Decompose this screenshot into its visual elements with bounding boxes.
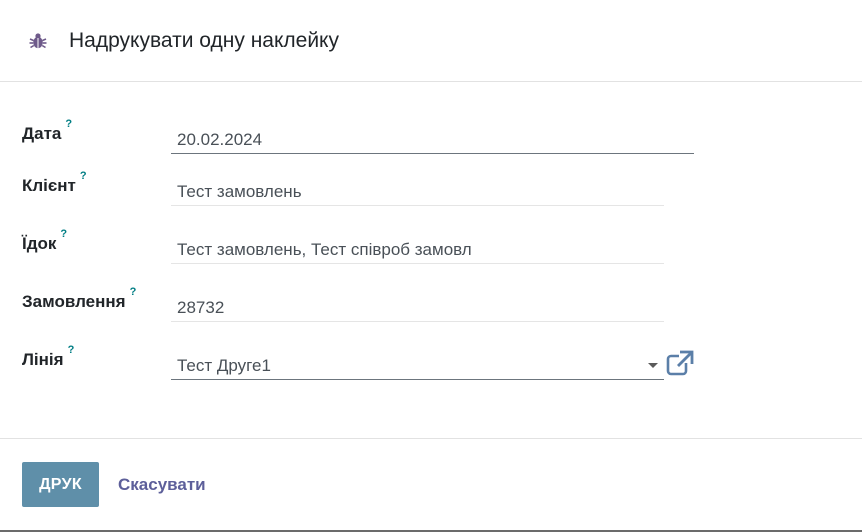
client-help-icon[interactable]: ? [80, 170, 87, 182]
dialog-title: Надрукувати одну наклейку [69, 29, 339, 52]
date-field[interactable]: 20.02.2024 [171, 124, 694, 154]
line-label: Лінія? [22, 344, 74, 370]
external-link-icon[interactable] [666, 350, 694, 376]
line-label-text: Лінія [22, 350, 64, 369]
client-label-text: Клієнт [22, 176, 76, 195]
caret-down-icon[interactable] [648, 363, 658, 368]
date-help-icon[interactable]: ? [65, 118, 72, 130]
order-label: Замовлення? [22, 286, 136, 312]
client-label: Клієнт? [22, 170, 87, 196]
client-value: Тест замовлень [177, 182, 302, 201]
order-help-icon[interactable]: ? [130, 286, 137, 298]
line-value: Тест Друге1 [177, 356, 271, 375]
order-label-text: Замовлення [22, 292, 126, 311]
eater-field: Тест замовлень, Тест співроб замовл [171, 234, 664, 264]
cancel-button[interactable]: Скасувати [108, 462, 216, 507]
print-button[interactable]: ДРУК [22, 462, 99, 507]
eater-value: Тест замовлень, Тест співроб замовл [177, 240, 472, 259]
dialog-footer: ДРУК Скасувати [0, 438, 862, 530]
dialog-header: Надрукувати одну наклейку [0, 0, 862, 82]
eater-label: Їдок? [22, 228, 67, 254]
print-label-dialog: Надрукувати одну наклейку Дата? 20.02.20… [0, 0, 862, 532]
order-field: 28732 [171, 292, 664, 322]
line-select[interactable]: Тест Друге1 [171, 350, 664, 380]
date-label-text: Дата [22, 124, 62, 143]
line-help-icon[interactable]: ? [68, 344, 75, 356]
order-value: 28732 [177, 298, 225, 317]
date-value: 20.02.2024 [177, 130, 263, 149]
eater-label-text: Їдок [22, 234, 57, 253]
bug-icon [29, 33, 47, 49]
client-field: Тест замовлень [171, 176, 664, 206]
date-label: Дата? [22, 118, 72, 144]
eater-help-icon[interactable]: ? [60, 228, 67, 240]
